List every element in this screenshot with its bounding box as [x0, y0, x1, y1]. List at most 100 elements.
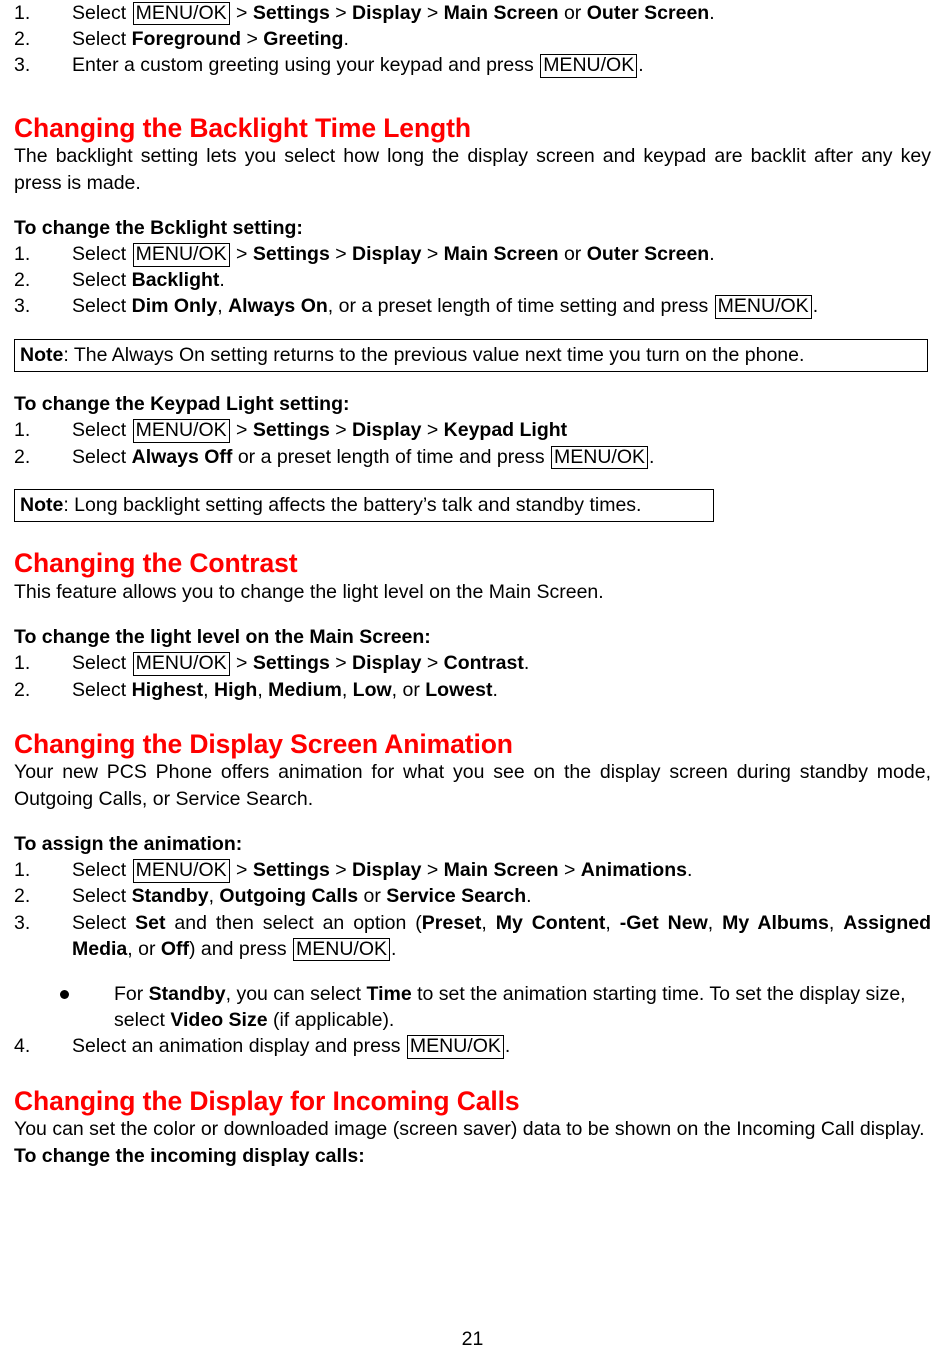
step-emphasis: -Get New: [619, 911, 708, 934]
contrast-steps-list: 1. Select MENU/OK > Settings > Display > …: [14, 650, 931, 702]
step-text: Select: [72, 859, 132, 882]
list-number: 3.: [14, 295, 31, 318]
step-text: .: [492, 678, 498, 701]
step-text: Select: [72, 652, 132, 675]
menu-ok-key[interactable]: MENU/OK: [551, 445, 649, 469]
step-text: >: [329, 859, 353, 882]
step-text: >: [558, 859, 581, 882]
step-text: .: [523, 652, 530, 675]
step-text: >: [230, 652, 253, 675]
step-text: .: [638, 54, 644, 77]
note-box-battery-times: Note: Long backlight setting affects the…: [14, 488, 714, 523]
page-number: 21: [461, 1327, 484, 1350]
step-text: >: [329, 243, 353, 266]
step-text: Select: [72, 243, 132, 266]
backlight-steps-list: 1. Select MENU/OK > Settings > Display > …: [14, 241, 931, 320]
animation-steps-list-continued: 4. Select an animation display and press …: [14, 1033, 931, 1059]
menu-ok-key[interactable]: MENU/OK: [132, 652, 230, 676]
step-text: Select: [72, 678, 132, 701]
bullet-icon: [60, 989, 69, 999]
bullet-text: (if applicable).: [267, 1009, 395, 1032]
keypad-light-steps-list: 1. Select MENU/OK > Settings > Display > …: [14, 417, 931, 469]
section-heading-backlight: Changing the Backlight Time Length: [14, 112, 471, 143]
animation-steps-list: 1. Select MENU/OK > Settings > Display > …: [14, 857, 931, 962]
step-text: .: [812, 295, 819, 318]
step-text: >: [421, 859, 444, 882]
menu-ok-key[interactable]: MENU/OK: [714, 295, 812, 319]
note-label: Note: [20, 343, 64, 366]
step-text: .: [504, 1035, 511, 1058]
step-text: Select: [72, 911, 136, 934]
step-text: ,: [217, 295, 229, 318]
step-emphasis: Service Search: [386, 885, 527, 908]
step-text: or: [358, 885, 387, 908]
step-text: Select: [72, 28, 132, 51]
step-emphasis: Main Screen: [443, 2, 559, 24]
step-emphasis: Contrast: [443, 652, 524, 675]
list-number: 2.: [14, 445, 31, 468]
step-emphasis: Display: [352, 419, 422, 442]
menu-ok-key[interactable]: MENU/OK: [132, 419, 230, 443]
step-text: , or: [127, 937, 161, 960]
section-heading-contrast: Changing the Contrast: [14, 548, 298, 579]
step-emphasis: Dim Only: [131, 295, 218, 318]
list-item: 3. Select Dim Only, Always On, or a prese…: [14, 293, 931, 319]
subheading-incoming-display-calls: To change the incoming display calls:: [14, 1144, 365, 1167]
step-emphasis: Backlight: [131, 269, 220, 292]
step-emphasis: Display: [352, 2, 422, 24]
menu-ok-key[interactable]: MENU/OK: [540, 54, 638, 78]
step-text: >: [421, 243, 444, 266]
step-text: >: [230, 419, 253, 442]
note-label: Note: [20, 493, 64, 516]
document-page: 1. Select MENU/OK > Settings > Display > …: [0, 0, 945, 1363]
menu-ok-key[interactable]: MENU/OK: [292, 937, 390, 962]
step-text: , or: [391, 678, 426, 701]
step-emphasis: Medium: [268, 678, 342, 701]
step-text: ,: [257, 678, 269, 701]
step-emphasis: My Albums: [722, 911, 829, 934]
step-text: ,: [828, 911, 844, 934]
step-emphasis: Animations: [580, 859, 687, 882]
menu-ok-key[interactable]: MENU/OK: [132, 2, 230, 26]
step-text: ,: [203, 678, 214, 701]
section-intro-incoming-calls: You can set the color or downloaded imag…: [14, 1118, 925, 1141]
note-text: : The Always On setting returns to the p…: [63, 343, 805, 366]
bullet-emphasis: Standby: [148, 982, 226, 1005]
step-emphasis: Outgoing Calls: [219, 885, 359, 908]
section-intro-animation: Your new PCS Phone offers animation for …: [14, 761, 931, 810]
step-text: .: [709, 2, 715, 24]
menu-ok-key[interactable]: MENU/OK: [132, 243, 230, 267]
list-item: 2. Select Standby, Outgoing Calls or Serv…: [14, 883, 931, 909]
note-text: : Long backlight setting affects the bat…: [63, 493, 642, 516]
step-text: .: [686, 859, 693, 882]
section-heading-animation: Changing the Display Screen Animation: [14, 728, 513, 759]
list-item: 2. Select Always Off or a preset length o…: [14, 444, 931, 470]
step-text: >: [421, 2, 444, 24]
step-text: ,: [707, 911, 723, 934]
step-emphasis: Outer Screen: [586, 243, 710, 266]
step-text: >: [230, 2, 253, 24]
list-item: 3. Select Set and then select an option (…: [14, 910, 931, 962]
step-emphasis: Preset: [421, 911, 482, 934]
menu-ok-key[interactable]: MENU/OK: [132, 859, 230, 883]
step-emphasis: Main Screen: [443, 243, 559, 266]
subheading-keypad-light: To change the Keypad Light setting:: [14, 393, 350, 416]
step-emphasis: Display: [352, 652, 422, 675]
step-emphasis: Always On: [228, 295, 328, 318]
list-item: 1. Select MENU/OK > Settings > Display > …: [14, 241, 931, 267]
step-text: Select an animation display and press: [72, 1035, 406, 1058]
step-text: Select: [72, 295, 132, 318]
step-text: or: [558, 243, 587, 266]
step-text: .: [391, 937, 397, 960]
section-heading-incoming-calls: Changing the Display for Incoming Calls: [14, 1085, 520, 1116]
step-text: >: [421, 652, 444, 675]
menu-ok-key[interactable]: MENU/OK: [406, 1035, 504, 1059]
step-text: Select: [72, 419, 132, 442]
step-emphasis: Off: [160, 937, 190, 960]
